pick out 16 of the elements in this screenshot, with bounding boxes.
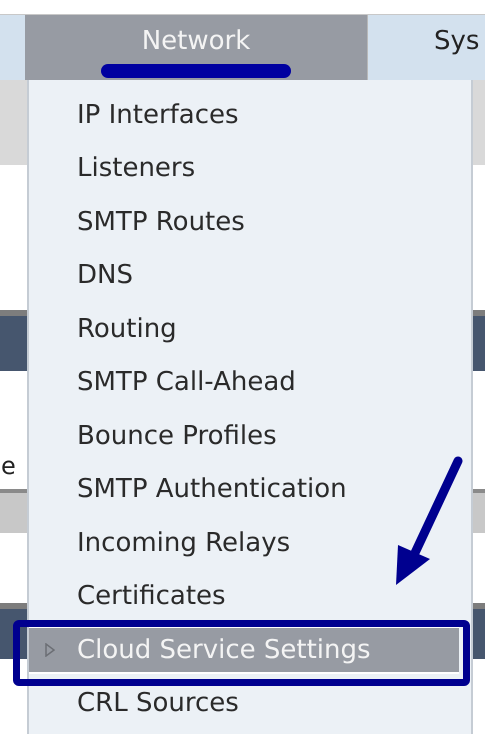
header-bar xyxy=(0,310,27,371)
header-bar xyxy=(473,603,485,659)
menu-item[interactable]: Listeners xyxy=(77,144,196,192)
menu-item[interactable]: Incoming Relays xyxy=(77,519,290,566)
menu-item[interactable]: SMTP Authentication xyxy=(77,466,347,513)
menu-item[interactable]: Routing xyxy=(77,305,177,352)
menu-item[interactable]: Certificates xyxy=(77,572,226,620)
menu-item[interactable]: SMTP Call-Ahead xyxy=(77,358,296,406)
caret-icon xyxy=(45,642,55,657)
background-text: e xyxy=(1,452,16,480)
menu-item[interactable]: DNS xyxy=(77,252,133,299)
header-bar xyxy=(473,310,485,371)
menu-item[interactable]: CRL Sources xyxy=(77,680,239,727)
menu-item[interactable]: IP Interfaces xyxy=(77,91,239,138)
menu-item[interactable]: Bounce Profiles xyxy=(77,412,277,460)
menu-item[interactable]: SMTP Routes xyxy=(77,198,245,246)
